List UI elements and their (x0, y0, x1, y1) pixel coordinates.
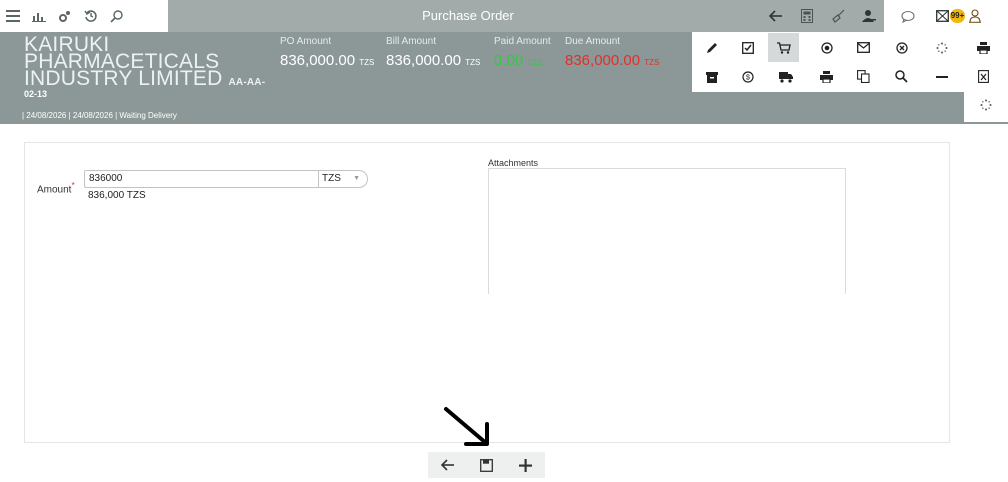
po-amount-label: PO Amount (280, 36, 332, 47)
edit-icon[interactable] (696, 33, 727, 62)
svg-text:$: $ (746, 74, 750, 81)
formatted-amount: 836,000 TZS (88, 190, 146, 201)
top-right-user-area (884, 0, 1008, 32)
copy-icon[interactable] (848, 62, 879, 91)
menu-icon[interactable] (0, 0, 26, 32)
due-amount-label: Due Amount (565, 36, 621, 47)
company-suffix: AA-AA- (228, 77, 266, 88)
chart-icon[interactable] (26, 0, 52, 32)
calculator-icon[interactable] (791, 0, 822, 32)
search-icon[interactable] (104, 0, 130, 32)
required-mark: * (71, 180, 75, 190)
mail-icon[interactable] (934, 0, 950, 32)
cart-icon[interactable] (768, 33, 799, 62)
top-left-toolbar (0, 0, 168, 32)
back-button[interactable] (428, 452, 467, 478)
print-icon[interactable] (811, 62, 842, 91)
bottom-toolbar (428, 452, 545, 478)
po-amount-value: 836,000.00 TZS (280, 52, 375, 69)
user-icon[interactable] (966, 0, 984, 32)
bill-amount-value: 836,000.00 TZS (386, 52, 481, 69)
amount-input[interactable]: 836000 (84, 170, 320, 188)
archive-icon[interactable] (696, 62, 727, 91)
save-button[interactable] (467, 452, 506, 478)
action-toolbar: $ (692, 32, 1008, 92)
currency-select[interactable]: TZS ▼ (318, 170, 368, 188)
search-icon[interactable] (886, 62, 917, 91)
notification-badge[interactable]: 99+ (950, 9, 965, 23)
dollar-icon[interactable]: $ (732, 62, 763, 91)
save-icon (480, 458, 493, 472)
back-arrow-icon[interactable] (760, 0, 791, 32)
spinner-icon[interactable] (926, 33, 957, 62)
cancel-icon[interactable] (886, 33, 917, 62)
add-button[interactable] (506, 452, 545, 478)
due-amount-value: 836,000.00 TZS (565, 52, 660, 69)
users-icon[interactable] (853, 0, 884, 32)
back-arrow-icon (440, 459, 454, 471)
print-icon[interactable] (968, 33, 999, 62)
attachments-dropzone[interactable] (488, 168, 846, 294)
amount-label: Amount* (37, 180, 75, 196)
settings-icon[interactable] (52, 0, 78, 32)
paid-amount-value: 0.00 TZS (494, 52, 543, 69)
bill-amount-label: Bill Amount (386, 36, 437, 47)
mail-icon[interactable] (848, 33, 879, 62)
status-line: | 24/08/2026 | 24/08/2026 | Waiting Deli… (22, 111, 177, 120)
page-title: Purchase Order (422, 8, 514, 23)
minus-icon[interactable] (926, 62, 957, 91)
record-code: 02-13 (24, 89, 48, 99)
add-icon (519, 458, 532, 472)
history-icon[interactable] (78, 0, 104, 32)
truck-icon[interactable] (770, 62, 801, 91)
record-icon[interactable] (811, 33, 842, 62)
broom-icon[interactable] (822, 0, 853, 32)
attachments-label: Attachments (488, 158, 539, 168)
dropdown-arrow-icon: ▼ (353, 175, 360, 182)
company-name: KAIRUKI PHARMACETICALS INDUSTRY LIMITED … (24, 33, 266, 90)
chat-icon[interactable] (898, 0, 918, 32)
annotation-arrow-icon (440, 403, 496, 449)
excel-icon[interactable] (968, 62, 999, 91)
paid-amount-label: Paid Amount (494, 36, 551, 47)
spinner-icon[interactable] (964, 88, 1008, 122)
checkbox-icon[interactable] (732, 33, 763, 62)
